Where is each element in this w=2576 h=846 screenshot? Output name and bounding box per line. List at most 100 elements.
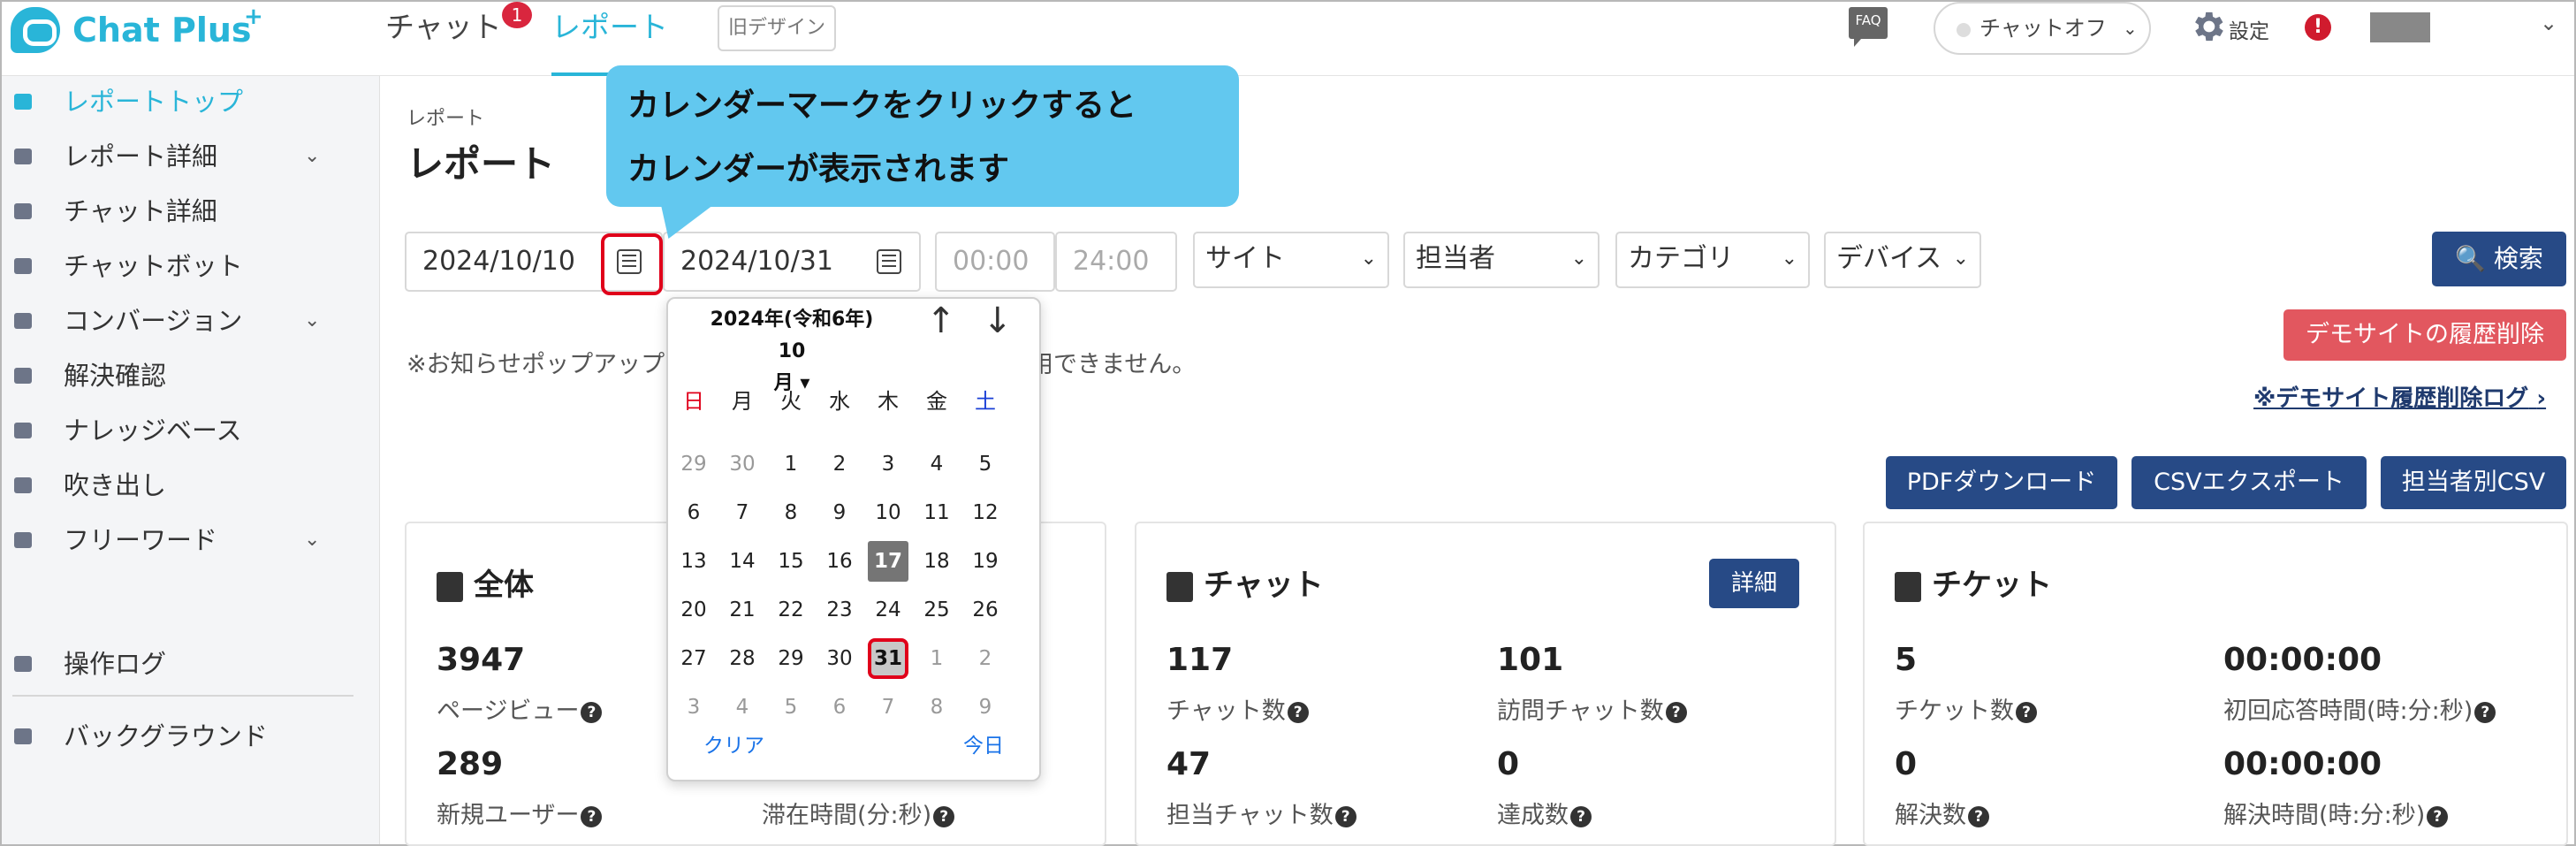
user-avatar[interactable] [2370,12,2430,42]
calendar-day[interactable]: 4 [722,687,763,728]
calendar-day[interactable]: 27 [673,638,714,679]
calendar-day[interactable]: 20 [673,590,714,630]
chevron-down-icon[interactable]: ⌄ [2540,11,2557,35]
demo-history-delete-log-link[interactable]: ※デモサイト履歴削除ログ › [2253,380,2546,413]
arrow-up-icon[interactable]: ↑ [926,301,956,341]
tab-chat[interactable]: チャット [385,2,502,76]
resolve-time-value: 00:00:00 [2223,746,2382,782]
sidebar-item[interactable]: レポート詳細 ⌄ [2,129,380,184]
help-icon[interactable]: ? [581,701,603,723]
sidebar-item[interactable]: フリーワード ⌄ [2,513,380,568]
sidebar-item[interactable]: ナレッジベース [2,403,380,458]
time-to-field[interactable]: 24:00 [1055,232,1177,292]
help-icon[interactable]: ? [1968,805,1989,827]
calendar-day[interactable]: 4 [916,444,957,484]
help-icon[interactable]: ? [2427,805,2449,827]
calendar-day[interactable]: 9 [819,492,860,533]
calendar-day[interactable]: 10 [868,492,908,533]
chat-plus-logo[interactable]: Chat Plus + [9,4,265,60]
calendar-day[interactable]: 14 [722,541,763,582]
calendar-day[interactable]: 22 [771,590,811,630]
calendar-day[interactable]: 29 [673,444,714,484]
calendar-day[interactable]: 24 [868,590,908,630]
calendar-day[interactable]: 21 [722,590,763,630]
calendar-day[interactable]: 23 [819,590,860,630]
calendar-day[interactable]: 11 [916,492,957,533]
calendar-day[interactable]: 29 [771,638,811,679]
calendar-icon[interactable] [877,249,901,274]
chats-label: チャット数? [1166,691,1309,726]
calendar-day[interactable]: 1 [771,444,811,484]
demo-history-delete-button[interactable]: デモサイトの履歴削除 [2283,309,2566,361]
calendar-day[interactable]: 18 [916,541,957,582]
calendar-day[interactable]: 28 [722,638,763,679]
csv-export-button[interactable]: CSVエクスポート [2131,456,2367,509]
time-from-field[interactable]: 00:00 [935,232,1055,292]
calendar-day[interactable]: 26 [965,590,1006,630]
alert-icon[interactable]: ! [2305,14,2331,41]
breadcrumb[interactable]: レポート [407,103,484,131]
calendar-day[interactable]: 2 [965,638,1006,679]
document-icon [437,571,463,602]
settings-link[interactable]: 設定 [2229,14,2269,44]
arrow-down-icon[interactable]: ↓ [983,301,1013,341]
sidebar-item[interactable]: チャットボット [2,239,380,293]
help-icon[interactable]: ? [933,805,955,827]
page-views-value: 3947 [437,642,526,678]
date-to-field[interactable]: 2024/10/31 [663,232,921,292]
calendar-day[interactable]: 8 [916,687,957,728]
calendar-day[interactable]: 31 [868,638,908,679]
search-button[interactable]: 🔍 検索 [2432,232,2566,286]
sidebar-item[interactable]: コンバージョン ⌄ [2,293,380,348]
help-icon[interactable]: ? [2474,701,2496,723]
calendar-day[interactable]: 6 [673,492,714,533]
help-icon[interactable]: ? [2016,701,2037,723]
calendar-day[interactable]: 5 [771,687,811,728]
sidebar-item[interactable]: バックグラウンド [2,709,380,764]
sidebar-item[interactable]: 解決確認 [2,348,380,403]
help-icon[interactable]: ? [1334,805,1356,827]
pdf-download-button[interactable]: PDFダウンロード [1886,456,2117,509]
sidebar-item[interactable]: レポートトップ [2,74,380,129]
visit-chats-value: 101 [1497,642,1564,678]
calendar-day[interactable]: 2 [819,444,860,484]
gear-icon[interactable] [2188,7,2227,46]
calendar-day[interactable]: 30 [819,638,860,679]
old-design-button[interactable]: 旧デザイン [718,5,836,51]
help-icon[interactable]: ? [1570,805,1592,827]
device-select[interactable]: デバイス ⌄ [1824,232,1981,288]
calendar-day[interactable]: 16 [819,541,860,582]
category-select[interactable]: カテゴリ ⌄ [1615,232,1810,288]
agent-csv-button[interactable]: 担当者別CSV [2381,456,2566,509]
calendar-day[interactable]: 7 [868,687,908,728]
help-icon[interactable]: ? [581,805,603,827]
calendar-day[interactable]: 7 [722,492,763,533]
help-icon[interactable]: ? [1665,701,1687,723]
calendar-day[interactable]: 3 [673,687,714,728]
calendar-day[interactable]: 1 [916,638,957,679]
calendar-day[interactable]: 30 [722,444,763,484]
calendar-day[interactable]: 17 [868,541,908,582]
calendar-day[interactable]: 5 [965,444,1006,484]
calendar-day[interactable]: 8 [771,492,811,533]
calendar-day[interactable]: 3 [868,444,908,484]
site-select[interactable]: サイト ⌄ [1193,232,1389,288]
calendar-day[interactable]: 13 [673,541,714,582]
chat-detail-button[interactable]: 詳細 [1709,559,1799,608]
calendar-today-button[interactable]: 今日 [963,728,1004,758]
sidebar-item[interactable]: チャット詳細 [2,184,380,239]
chat-status-dropdown[interactable]: チャットオフ ⌄ [1934,2,2151,55]
sidebar-item[interactable]: 吹き出し [2,458,380,513]
calendar-clear-button[interactable]: クリア [703,728,764,758]
calendar-day[interactable]: 12 [965,492,1006,533]
stay-time-label: 滞在時間(分:秒)? [762,796,955,830]
agent-select[interactable]: 担当者 ⌄ [1403,232,1600,288]
help-icon[interactable]: ? [1287,701,1309,723]
sidebar-item[interactable]: 操作ログ [2,636,380,691]
calendar-day[interactable]: 9 [965,687,1006,728]
calendar-day[interactable]: 25 [916,590,957,630]
calendar-day[interactable]: 6 [819,687,860,728]
calendar-day[interactable]: 15 [771,541,811,582]
faq-icon[interactable]: FAQ [1849,7,1888,47]
calendar-day[interactable]: 19 [965,541,1006,582]
